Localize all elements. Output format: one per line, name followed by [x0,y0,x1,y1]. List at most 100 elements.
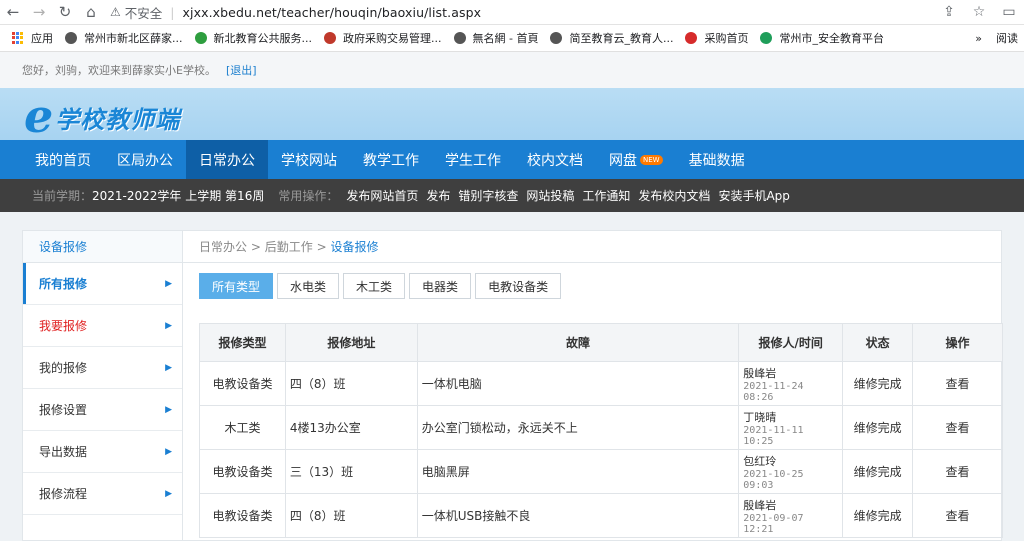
share-icon[interactable]: ⇪ [934,0,964,25]
new-badge: NEW [640,154,663,165]
forward-arrow-icon[interactable]: → [26,0,52,25]
cell-status: 维修完成 [842,405,914,450]
nav-item[interactable]: 我的首页 [22,140,104,179]
quick-op-link[interactable]: 发布校内文档 [638,187,710,204]
bookmark-favicon-icon [194,32,207,44]
quick-op-link[interactable]: 发布网站首页 [346,187,418,204]
bookmark-label: 采购首页 [704,32,749,45]
arrow-right-icon: ▶ [165,488,172,499]
sidebar-item[interactable]: 导出数据 ▶ [23,431,182,473]
sidebar-item[interactable]: 所有报修 ▶ [23,263,182,305]
bookmark-item[interactable]: 采购首页 [685,30,748,46]
repair-table: 报修类型 报修地址 故障 报修人/时间 状态 操作 电教设备类 四（8）班 一体机电脑 殷峰岩 2… [199,323,1003,538]
bookmark-star-icon[interactable]: ☆ [964,0,994,25]
nav-item[interactable]: 区局办公 [104,140,186,179]
nav-item[interactable]: 教学工作 [350,140,432,179]
sidebar-item[interactable]: 我要报修 ▶ [23,305,182,347]
cell-status: 维修完成 [842,361,914,406]
logout-link[interactable]: [退出] [226,62,257,78]
address-bar[interactable]: ⚠ 不安全 | xjxx.xbedu.net/teacher/houqin/ba… [104,0,934,25]
arrow-right-icon: ▶ [165,278,172,289]
quick-op-link[interactable]: 工作通知 [582,187,630,204]
view-link[interactable]: 查看 [912,449,1003,494]
insecure-label[interactable]: 不安全 [125,3,163,22]
view-link[interactable]: 查看 [912,405,1003,450]
warning-icon[interactable]: ⚠ [110,5,121,19]
bookmark-item[interactable]: 新北教育公共服务... [194,30,312,46]
bookmarks-more-icon[interactable]: » [975,32,982,45]
profile-icon[interactable]: ▭ [994,0,1024,25]
report-time: 2021-11-24 08:26 [743,380,804,403]
view-link[interactable]: 查看 [912,493,1003,538]
content-panel: 设备报修 所有报修 ▶ 我要报修 ▶ 我的报修 ▶ 报修设置 ▶ 导出数据 ▶ 报修流程 ▶ 日常办公… [22,230,1003,541]
filter-button[interactable]: 电教设备类 [475,273,562,299]
sidebar-item-label: 导出数据 [39,445,88,459]
quick-op-link[interactable]: 安装手机App [718,187,789,204]
view-link[interactable]: 查看 [912,361,1003,406]
cell-status: 维修完成 [842,449,914,494]
cell-type: 电教设备类 [199,493,286,538]
nav-item[interactable]: 基础数据 [676,140,758,179]
bookmark-label: 常州市新北区薛家... [84,32,183,45]
bookmark-favicon-icon [760,32,773,44]
cell-type: 电教设备类 [199,449,286,494]
quick-op-link[interactable]: 错别字核查 [458,187,518,204]
reading-list-button[interactable]: 阅读 [996,30,1018,46]
nav-item[interactable]: 学生工作 [432,140,514,179]
column-header: 报修人/时间 [738,323,844,362]
bookmark-item[interactable]: 政府采购交易管理... [324,30,442,46]
nav-item-label: 教学工作 [363,152,419,169]
table-row: 电教设备类 四（8）班 一体机USB接触不良 殷峰岩 2021-09-07 12:21 维… [199,493,1003,538]
home-icon[interactable]: ⌂ [78,0,104,25]
back-arrow-icon[interactable]: ← [0,0,26,25]
filter-button[interactable]: 木工类 [343,273,406,299]
reload-icon[interactable]: ↻ [52,0,78,25]
bookmark-item[interactable]: 简至教育云_教育人... [550,30,673,46]
breadcrumb-item[interactable]: 后勤工作 [265,240,313,254]
welcome-bar: 您好，刘驹，欢迎来到薛家实小E学校。 [退出] [0,52,1024,88]
sidebar-item[interactable]: 报修设置 ▶ [23,389,182,431]
filter-button[interactable]: 所有类型 [199,273,274,299]
nav-item[interactable]: 学校网站 [268,140,350,179]
type-filters: 所有类型 水电类 木工类 电器类 电教设备类 [199,273,562,299]
quick-op-link[interactable]: 网站投稿 [526,187,574,204]
bookmark-item[interactable]: 無名網 - 首頁 [453,30,538,46]
logo-e: e [24,89,54,143]
bookmark-label: 常州市_安全教育平台 [779,32,884,45]
cell-fault: 办公室门锁松动，永远关不上 [416,405,740,450]
quick-op-link[interactable]: 发布 [426,187,450,204]
bookmark-item[interactable]: 常州市_安全教育平台 [760,30,884,46]
url-text[interactable]: xjxx.xbedu.net/teacher/houqin/baoxiu/lis… [183,5,482,20]
sidebar: 设备报修 所有报修 ▶ 我要报修 ▶ 我的报修 ▶ 报修设置 ▶ 导出数据 ▶ 报修流程 ▶ [23,231,183,540]
bookmark-favicon-icon [324,32,336,44]
nav-item-label: 我的首页 [35,152,91,169]
sidebar-item[interactable]: 我的报修 ▶ [23,347,182,389]
cell-address: 四（8）班 [284,361,418,406]
sidebar-item-label: 报修流程 [39,487,88,501]
bookmark-item[interactable]: 常州市新北区薛家... [65,30,183,46]
site-header: e 学校教师端 [0,88,1024,140]
filter-button[interactable]: 水电类 [277,273,340,299]
breadcrumb-item[interactable]: 日常办公 [199,240,247,254]
cell-status: 维修完成 [842,493,914,538]
sidebar-item[interactable]: 报修流程 ▶ [23,473,182,515]
nav-item[interactable]: 日常办公 [186,140,268,179]
filter-button[interactable]: 电器类 [409,273,472,299]
nav-item[interactable]: 网盘 NEW [596,140,676,179]
nav-item[interactable]: 校内文档 [514,140,596,179]
table-row: 木工类 4楼13办公室 办公室门锁松动，永远关不上 丁晓晴 2021-11-11 10:… [199,405,1003,450]
reporter-name: 丁晓晴 [743,410,777,424]
main-nav: 我的首页 区局办公 日常办公 学校网站 教学工作 学生工作 校内文档 网盘 NEW 基础数据 [0,140,1024,179]
url-separator: | [170,4,175,20]
sidebar-item-label: 所有报修 [39,277,88,291]
cell-reporter: 包红玲 2021-10-25 09:03 [738,449,844,494]
reporter-name: 殷峰岩 [743,366,777,380]
bookmark-favicon-icon [685,32,698,44]
bookmark-item[interactable]: 应用 [12,30,53,46]
arrow-right-icon: ▶ [165,362,172,373]
sidebar-title: 设备报修 [23,231,182,263]
column-header: 状态 [842,323,914,362]
cell-address: 四（8）班 [284,493,418,538]
report-time: 2021-09-07 12:21 [743,512,804,535]
site-logo[interactable]: e 学校教师端 [24,89,180,143]
